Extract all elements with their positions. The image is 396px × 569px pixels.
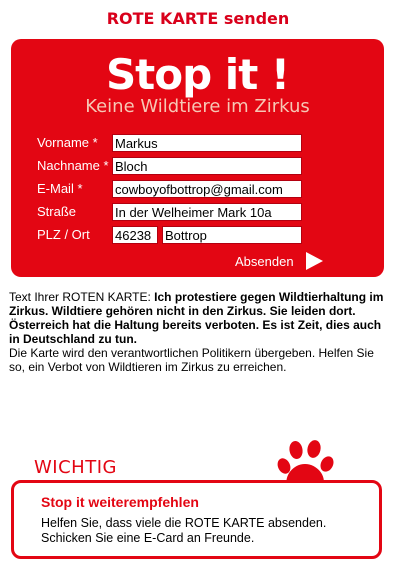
campaign-subtitle: Keine Wildtiere im Zirkus <box>85 96 310 117</box>
recommend-heading[interactable]: Stop it weiterempfehlen <box>41 494 199 510</box>
vorname-field[interactable] <box>112 134 302 152</box>
stop-it-headline: Stop it ! <box>105 50 290 99</box>
nachname-field[interactable] <box>112 157 302 175</box>
plz-field[interactable] <box>112 226 158 244</box>
email-field[interactable] <box>112 180 302 198</box>
recommend-text: Helfen Sie, dass viele die ROTE KARTE ab… <box>41 516 327 545</box>
message-info: Die Karte wird den verantwortlichen Poli… <box>9 346 374 374</box>
ort-field[interactable] <box>162 226 302 244</box>
important-label: WICHTIG <box>34 457 117 478</box>
strasse-field[interactable] <box>112 203 302 221</box>
submit-button[interactable]: Absenden <box>235 252 323 270</box>
card-message-text: Text Ihrer ROTEN KARTE: Ich protestiere … <box>9 290 387 374</box>
play-arrow-icon <box>305 252 323 270</box>
recommend-box[interactable]: Stop it weiterempfehlen Helfen Sie, dass… <box>11 480 382 559</box>
message-intro: Text Ihrer ROTEN KARTE: <box>9 290 155 304</box>
red-card-form: Stop it ! Keine Wildtiere im Zirkus Vorn… <box>11 39 384 277</box>
submit-label: Absenden <box>235 253 294 269</box>
page-title: ROTE KARTE senden <box>106 9 290 28</box>
